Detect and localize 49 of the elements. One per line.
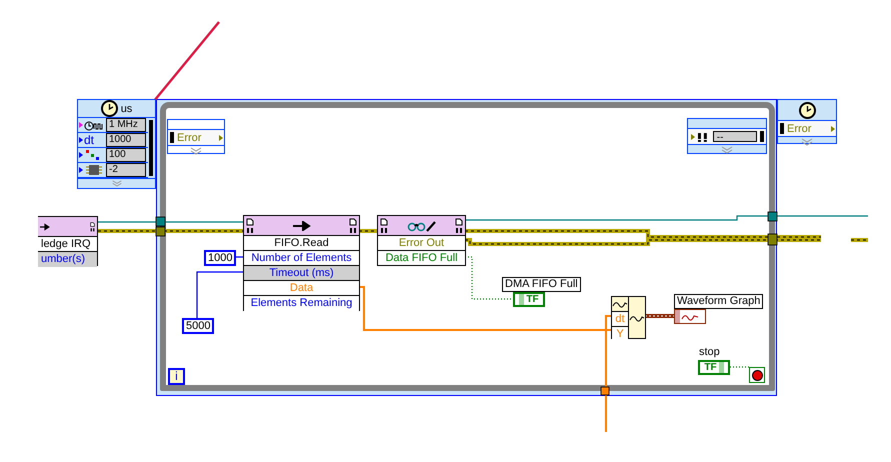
iteration-terminal: i <box>168 368 185 385</box>
property-row[interactable]: umber(s) <box>38 252 97 267</box>
property-row[interactable]: Number of Elements <box>244 251 359 266</box>
indicator-label: DMA FIFO Full <box>502 277 581 292</box>
input-arrow-icon <box>79 122 83 128</box>
waveform-wire <box>644 314 674 318</box>
property-row[interactable]: Timeout (ms) <box>244 266 359 281</box>
node-bar <box>149 120 153 176</box>
arrow-icon <box>292 220 310 230</box>
control-label: stop <box>699 346 720 358</box>
property-row[interactable]: Elements Remaining <box>244 296 359 311</box>
numeric-constant[interactable]: 1000 <box>204 250 236 266</box>
expand-chevron-icon[interactable] <box>190 147 202 155</box>
input-arrow-icon <box>79 167 83 174</box>
error-label: Error <box>787 122 812 134</box>
terminal-icon <box>170 132 174 143</box>
terminal-icon <box>760 131 764 142</box>
stopwatch-icon <box>84 119 104 132</box>
unit-label: us <box>120 102 132 115</box>
terminal-icon <box>780 123 784 134</box>
waveform-icon <box>681 312 699 320</box>
clock-icon <box>100 100 118 118</box>
waveform-graph-terminal[interactable] <box>674 309 706 324</box>
tunnel <box>600 386 610 396</box>
clock-icon <box>798 102 816 118</box>
value-field[interactable]: 100 <box>106 148 146 162</box>
value-field[interactable]: 1 MHz <box>106 118 146 132</box>
numeric-constant[interactable]: 5000 <box>182 318 214 334</box>
property-row[interactable]: Error Out <box>378 236 465 251</box>
chip-icon <box>84 164 104 176</box>
tunnel <box>768 234 778 246</box>
dt-label: dt <box>84 134 96 146</box>
property-row[interactable]: ledge IRQ <box>38 237 97 252</box>
value-field[interactable]: 1000 <box>106 133 146 148</box>
expand-chevron-icon[interactable] <box>801 138 813 146</box>
output-arrow-icon <box>219 134 223 140</box>
boolean-indicator[interactable]: TF <box>513 292 545 307</box>
value-field[interactable]: -- <box>712 131 758 142</box>
glasses-pencil-icon <box>406 220 436 232</box>
input-arrow-icon <box>79 137 83 144</box>
boolean-control[interactable]: TF <box>698 360 730 375</box>
expand-chevron-icon[interactable] <box>721 146 733 154</box>
value-field[interactable]: -2 <box>106 163 146 178</box>
stop-condition-terminal[interactable] <box>749 367 765 383</box>
indicator-label: Waveform Graph <box>674 294 764 309</box>
error-label: Error <box>177 132 202 144</box>
output-arrow-icon <box>831 126 835 132</box>
tunnel <box>768 212 778 222</box>
property-row[interactable]: Data FIFO Full <box>378 251 465 266</box>
